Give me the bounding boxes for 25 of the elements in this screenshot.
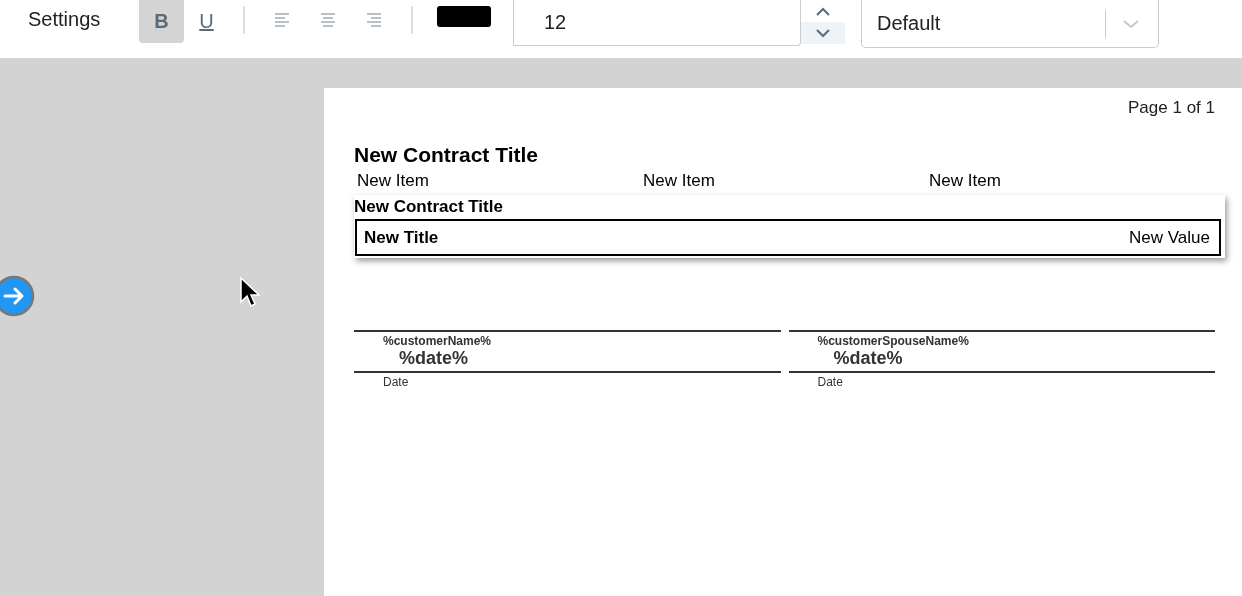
- date-value: %date%: [833, 348, 904, 369]
- next-arrow-button[interactable]: [0, 275, 35, 317]
- bold-button[interactable]: B: [139, 0, 184, 43]
- item-text: New Item: [929, 171, 1002, 191]
- settings-label: Settings: [28, 8, 102, 31]
- contract-title: New Contract Title: [354, 143, 539, 167]
- chevron-down-icon: [1122, 18, 1140, 29]
- item-text: New Item: [643, 171, 716, 191]
- font-family-select[interactable]: Default: [861, 0, 1159, 48]
- signer-name: %customerSpouseName%: [817, 334, 970, 348]
- text-color-swatch[interactable]: [437, 6, 491, 27]
- decrement-button[interactable]: [801, 22, 845, 44]
- item-text: New Item: [357, 171, 430, 191]
- date-label: Date: [817, 375, 844, 389]
- row-title: New Title: [364, 227, 439, 248]
- chevron-down-icon: [816, 28, 830, 38]
- section-title: New Contract Title: [354, 197, 504, 217]
- row-value: New Value: [1129, 227, 1210, 248]
- page-number: Page 1 of 1: [1127, 98, 1215, 118]
- chevron-up-icon: [816, 6, 830, 16]
- signer-name: %customerName%: [383, 334, 493, 348]
- date-value: %date%: [399, 348, 470, 369]
- underline-button[interactable]: U: [184, 0, 229, 43]
- date-label: Date: [383, 375, 410, 389]
- font-size-field[interactable]: 12: [513, 0, 801, 46]
